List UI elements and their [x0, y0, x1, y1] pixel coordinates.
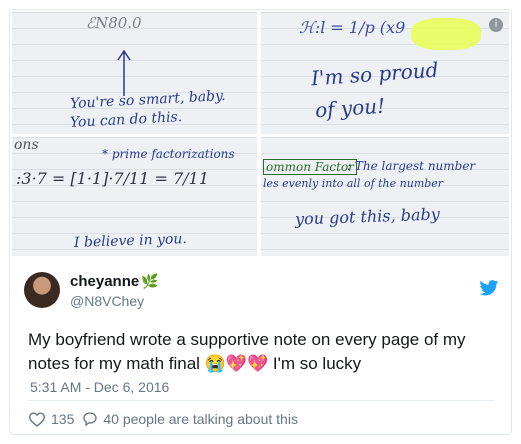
display-name[interactable]: cheyanne 🌿 — [70, 273, 159, 290]
heart-icon — [28, 412, 46, 427]
photo-math-text: :3·7 = [1·1]·7/11 = 7/11 — [16, 169, 209, 188]
photo-definition-line-1: : The largest number — [347, 159, 476, 173]
display-name-text: cheyanne — [70, 273, 140, 290]
photo-notes-bottom-left[interactable]: ons * prime factorizations :3·7 = [1·1]·… — [12, 137, 257, 256]
reply-bubble-icon — [83, 412, 98, 427]
divider — [28, 400, 494, 401]
highlighter-mark — [411, 18, 481, 50]
leaf-emoji: 🌿 — [141, 273, 159, 289]
note-line-2: You can do this. — [69, 109, 183, 131]
photo-math-text: ℰN80.0 — [86, 14, 142, 32]
tweet-text: My boyfriend wrote a supportive note on … — [28, 330, 466, 373]
photo-notes-bottom-right[interactable]: ommon Factor : The largest number les ev… — [261, 137, 509, 256]
user-handle[interactable]: @N8VChey — [70, 293, 144, 309]
photo-grid[interactable]: ℰN80.0 You're so smart, baby. You can do… — [10, 10, 511, 258]
tweet-card[interactable]: ℰN80.0 You're so smart, baby. You can do… — [9, 9, 512, 435]
note-line-2: of you! — [314, 93, 386, 123]
photo-formula-text: ℋ:l = 1/p (x9 — [299, 18, 406, 37]
photo-notes-top-left[interactable]: ℰN80.0 You're so smart, baby. You can do… — [12, 12, 257, 134]
twitter-bird-icon[interactable] — [479, 280, 499, 296]
arrow-drawing — [117, 49, 131, 96]
like-count: 135 — [51, 411, 75, 427]
note-message: you got this, baby — [294, 204, 441, 229]
avatar[interactable] — [24, 272, 60, 308]
like-button[interactable]: 135 — [28, 411, 74, 427]
photo-definition-line-2: les evenly into all of the number — [263, 177, 444, 190]
info-icon[interactable]: i — [489, 18, 503, 32]
tweet-header: cheyanne 🌿 @N8VChey — [24, 272, 499, 320]
conversation-link[interactable]: 40 people are talking about this — [82, 411, 298, 427]
conversation-text: 40 people are talking about this — [103, 411, 298, 427]
photo-corner-text: ons — [14, 137, 39, 153]
note-line-1: You're so smart, baby. — [69, 87, 226, 113]
photo-heading-text: * prime factorizations — [102, 147, 235, 161]
tweet-actions: 135 40 people are talking about this — [28, 410, 306, 428]
photo-notes-top-right[interactable]: ℋ:l = 1/p (x9 I'm so proud of you! i — [261, 12, 509, 134]
note-line-1: I'm so proud — [310, 57, 440, 91]
note-message: I believe in you. — [73, 231, 188, 251]
photo-term-text: ommon Factor — [263, 159, 357, 175]
tweet-timestamp[interactable]: 5:31 AM - Dec 6, 2016 — [30, 379, 169, 395]
